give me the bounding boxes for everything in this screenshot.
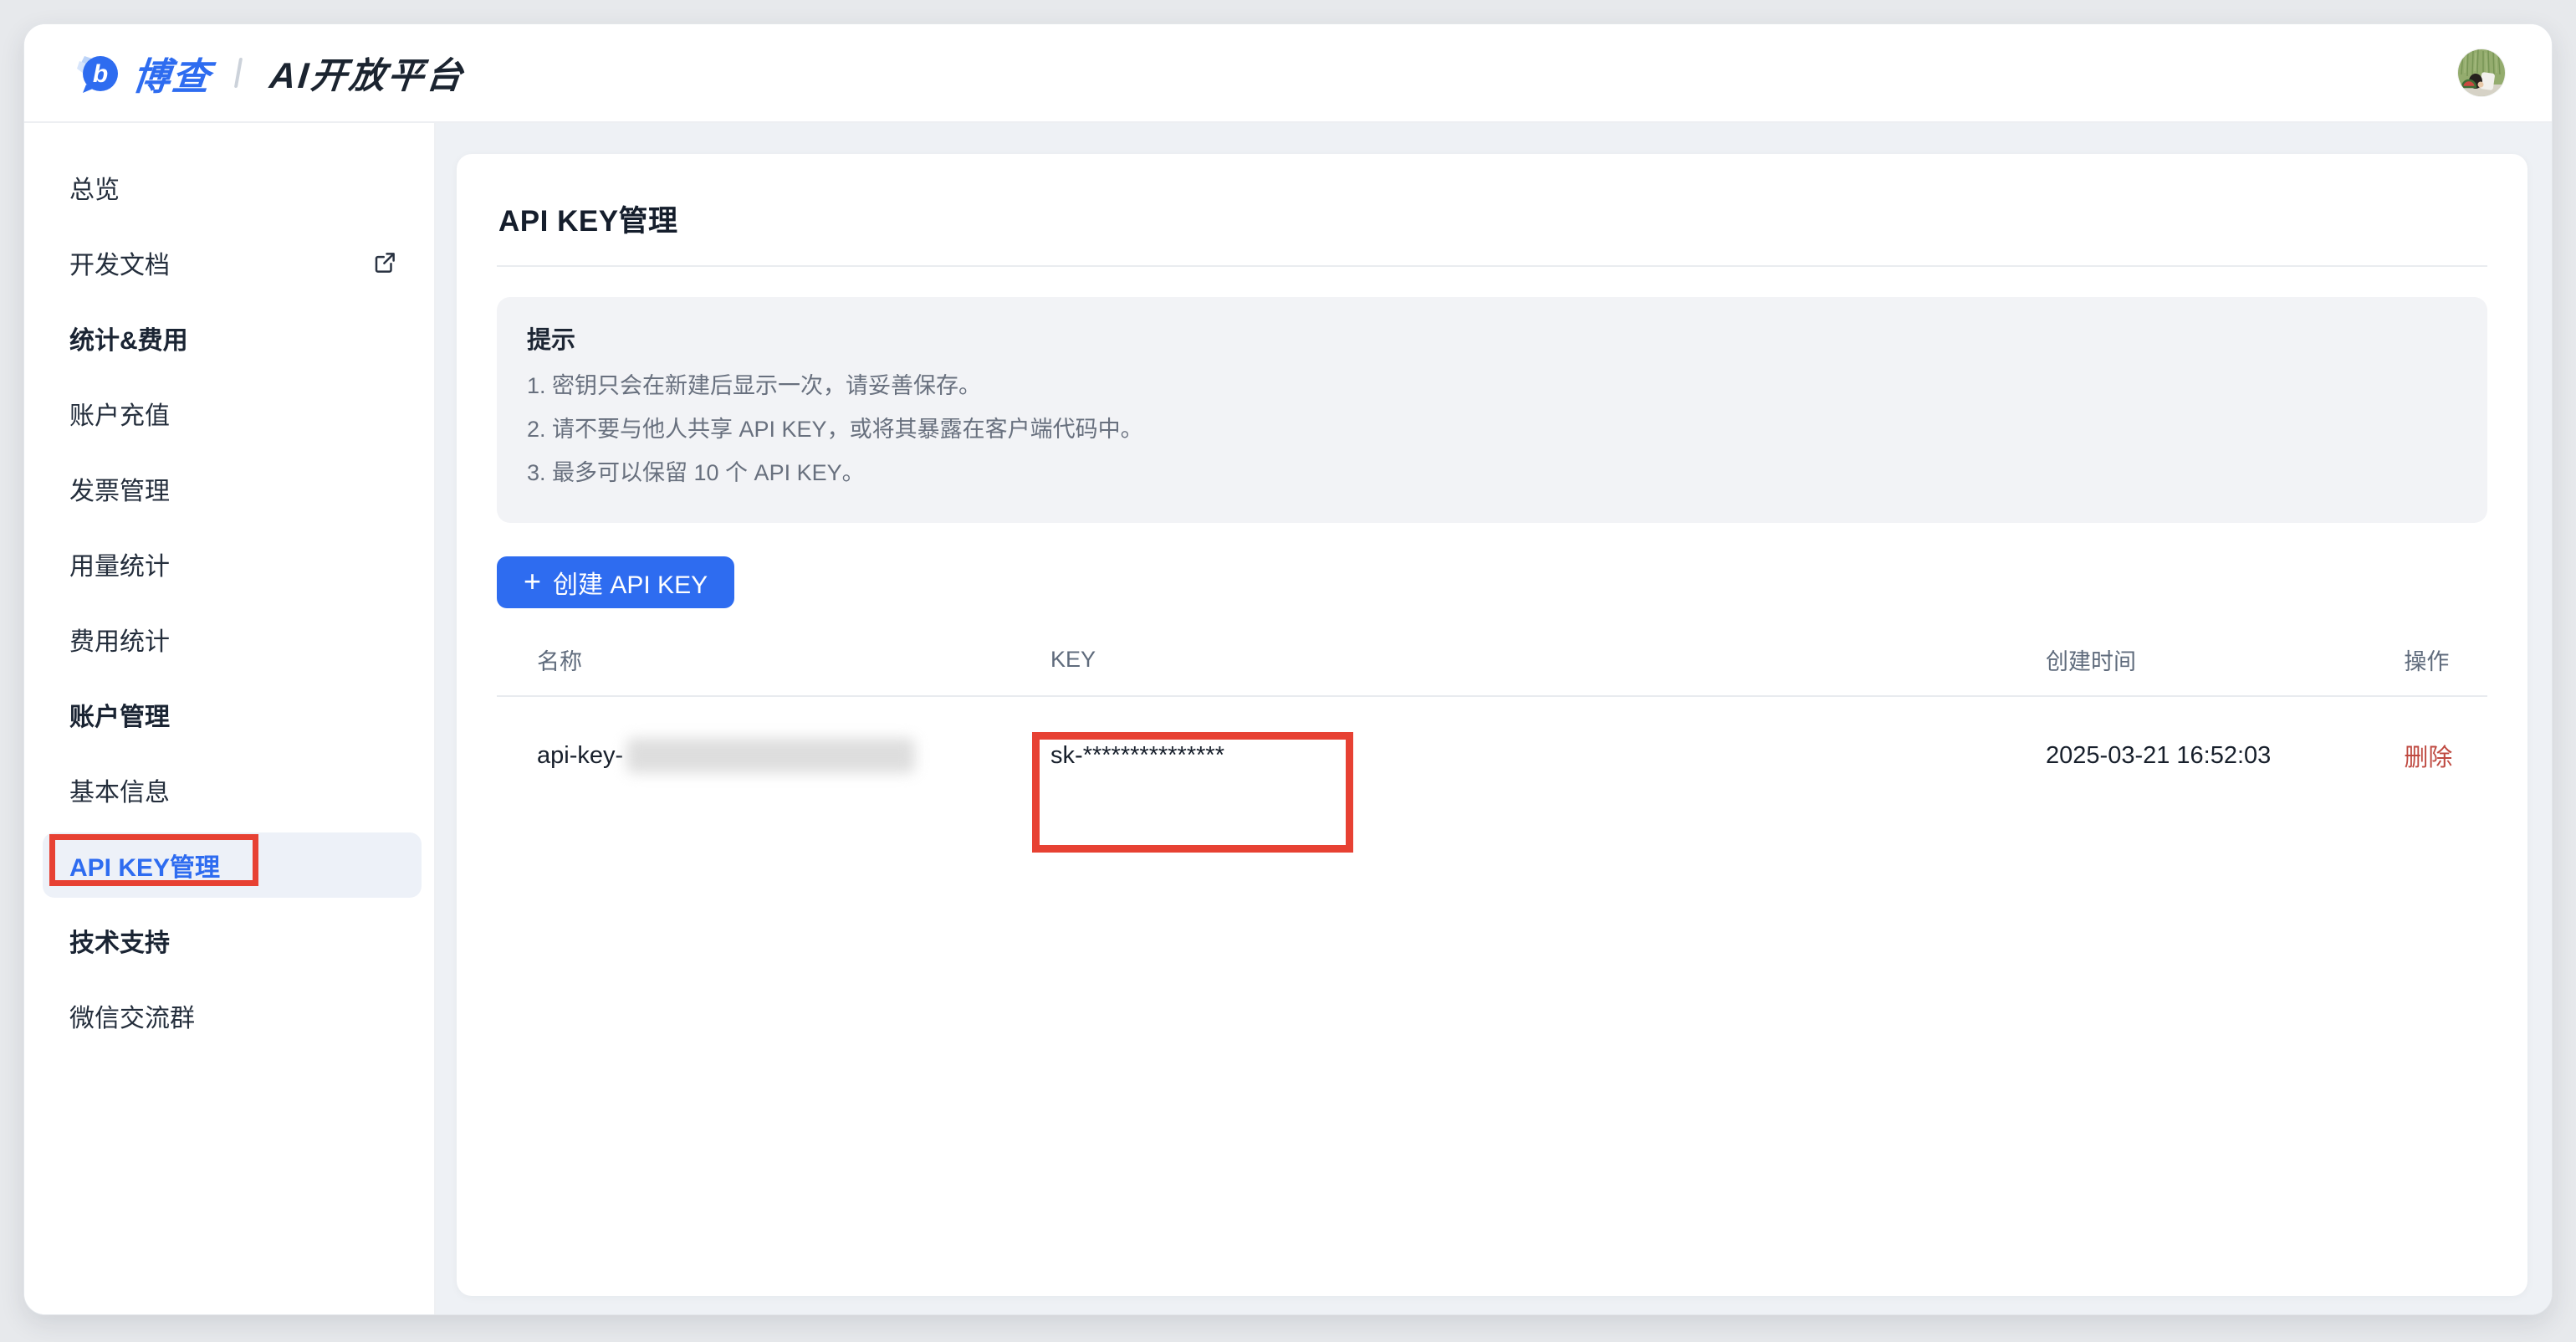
api-key-card: API KEY管理 提示 1. 密钥只会在新建后显示一次，请妥善保存。 2. 请… — [457, 154, 2527, 1296]
sidebar-section-header: 技术支持 — [24, 903, 434, 978]
created-time: 2025-03-21 16:52:03 — [2006, 742, 2364, 770]
app-body: 总览开发文档 统计&费用账户充值发票管理用量统计费用统计账户管理基本信息 API … — [24, 123, 2552, 1314]
create-api-key-button[interactable]: + 创建 API KEY — [497, 556, 734, 608]
bocha-logo-icon: b — [76, 51, 120, 95]
app-window: b 博查 AI开放平台 — [23, 23, 2553, 1315]
top-header: b 博查 AI开放平台 — [24, 24, 2552, 123]
create-api-key-label: 创建 API KEY — [553, 564, 708, 601]
sidebar-item-label: 账户管理 — [69, 696, 170, 733]
user-avatar[interactable] — [2458, 49, 2505, 96]
sidebar-item[interactable]: 微信交流群 — [24, 978, 434, 1053]
sidebar-item[interactable]: 总览 — [24, 150, 434, 225]
title-divider — [497, 265, 2487, 267]
sidebar-item[interactable]: 用量统计 — [24, 526, 434, 602]
plus-icon: + — [524, 566, 541, 597]
sidebar-item-active[interactable]: API KEY管理 — [43, 832, 422, 898]
sidebar-item-label: 微信交流群 — [69, 997, 195, 1034]
brand-name-suffix: AI开放平台 — [268, 47, 468, 99]
sidebar-item-label: 总览 — [69, 169, 120, 206]
sidebar-item-label: 费用统计 — [69, 621, 170, 658]
sidebar-item-label: 开发文档 — [69, 244, 170, 281]
api-key-name: api-key- — [537, 742, 623, 770]
sidebar-item-label: 基本信息 — [69, 771, 170, 808]
svg-text:b: b — [93, 60, 108, 88]
blurred-name-mask — [626, 738, 915, 773]
external-link-icon — [372, 250, 397, 275]
avatar-illustration — [2458, 49, 2505, 96]
main-area: API KEY管理 提示 1. 密钥只会在新建后显示一次，请妥善保存。 2. 请… — [436, 123, 2552, 1314]
sidebar-item-label: API KEY管理 — [69, 847, 220, 884]
table-header: 名称KEY创建时间操作 — [497, 623, 2487, 697]
sidebar-item[interactable]: 费用统计 — [24, 602, 434, 677]
sidebar-item-label: 统计&费用 — [69, 320, 188, 356]
sidebar-section-header: 统计&费用 — [24, 300, 434, 376]
column-header: 操作 — [2364, 643, 2487, 676]
sidebar-item-label: 账户充值 — [69, 395, 170, 432]
sidebar-item[interactable]: 账户充值 — [24, 376, 434, 451]
page-title: API KEY管理 — [498, 197, 2487, 240]
brand-separator — [234, 58, 243, 88]
tips-panel: 提示 1. 密钥只会在新建后显示一次，请妥善保存。 2. 请不要与他人共享 AP… — [497, 297, 2487, 523]
tips-line-2: 2. 请不要与他人共享 API KEY，或将其暴露在客户端代码中。 — [527, 407, 2457, 451]
api-key-table: 名称KEY创建时间操作 api-key-sk-*************** 20… — [497, 623, 2487, 814]
column-header: 名称 — [497, 643, 1010, 676]
tips-line-1: 1. 密钥只会在新建后显示一次，请妥善保存。 — [527, 364, 2457, 407]
delete-link[interactable]: 删除 — [2404, 738, 2452, 773]
column-header: 创建时间 — [2006, 643, 2364, 676]
tips-line-3: 3. 最多可以保留 10 个 API KEY。 — [527, 451, 2457, 494]
brand-logo: b 博查 AI开放平台 — [76, 46, 465, 100]
sidebar-nav: 总览开发文档 统计&费用账户充值发票管理用量统计费用统计账户管理基本信息 API … — [24, 123, 436, 1314]
sidebar-item-label: 发票管理 — [69, 470, 170, 507]
sidebar-item-label: 技术支持 — [69, 922, 170, 959]
sidebar-item-label: 用量统计 — [69, 546, 170, 582]
column-header: KEY — [1010, 647, 2006, 673]
tips-title: 提示 — [527, 320, 2457, 356]
sidebar-item[interactable]: 基本信息 — [24, 752, 434, 827]
sidebar-item[interactable]: 发票管理 — [24, 451, 434, 526]
table-body: api-key-sk-*************** 2025-03-21 16:… — [497, 697, 2487, 814]
sidebar-item[interactable]: 开发文档 — [24, 225, 434, 300]
sidebar-section-header: 账户管理 — [24, 677, 434, 752]
api-key-value: sk-*************** — [1050, 742, 1224, 770]
brand-name-cn: 博查 — [130, 46, 215, 100]
table-row: api-key-sk-*************** 2025-03-21 16:… — [497, 697, 2487, 814]
